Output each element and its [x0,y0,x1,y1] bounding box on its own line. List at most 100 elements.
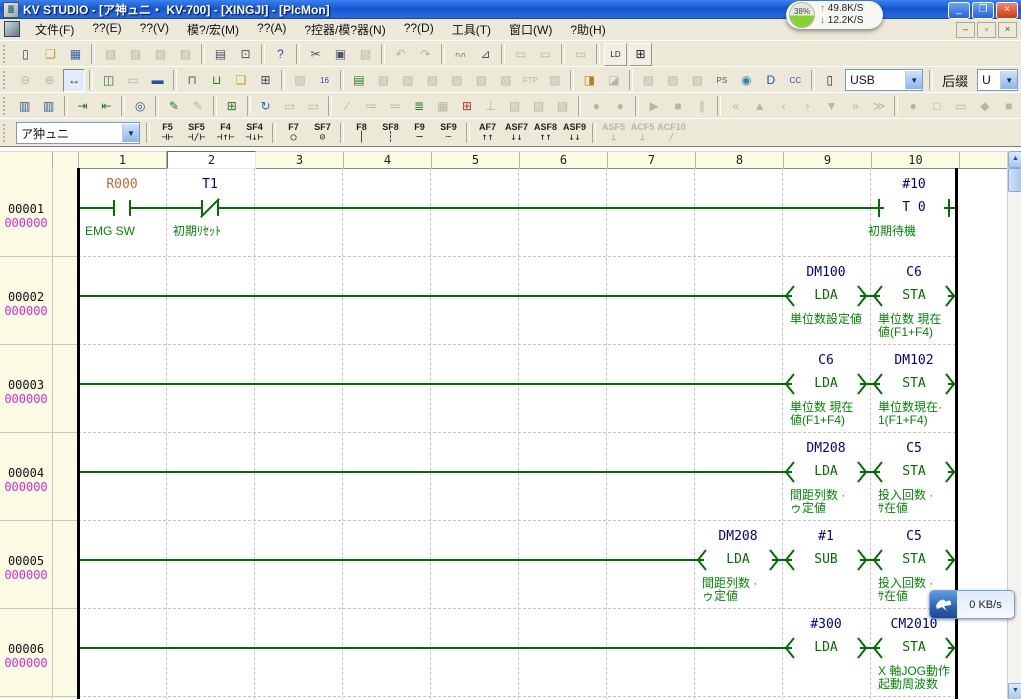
transfer-1-icon[interactable]: ▨ [372,69,395,92]
fnkey-sf4[interactable]: SF4⊣↓⊢ [241,121,268,145]
compare-icon[interactable]: ▨ [174,43,197,66]
transfer-6-icon[interactable]: ▨ [495,69,518,92]
restore-button[interactable]: ❐ [972,2,994,19]
print-icon[interactable]: ▤ [209,43,232,66]
save-icon[interactable]: ▦ [64,43,87,66]
menu-item-5[interactable]: ?控器/模?器(N) [295,19,394,40]
address-book-icon[interactable]: ❏ [230,69,253,92]
plc-rack-icon[interactable]: ▤ [348,69,371,92]
rung-gutter-row[interactable]: 00005000000 [0,520,77,609]
mdi-close-button[interactable]: × [998,22,1017,38]
device-combo[interactable]: ア狆ュニ ▼ [16,122,140,144]
close-button[interactable]: × [996,2,1018,19]
d-link-icon[interactable]: D [760,69,783,92]
drop-icon[interactable]: ◆ [974,95,996,118]
thunder-speed-widget[interactable]: 0 KB/s [929,590,1015,619]
minimize-button[interactable]: _ [948,2,970,19]
page-1-icon[interactable]: ▨ [504,95,526,118]
fnkey-sf7[interactable]: SF7⊘ [309,121,336,145]
column-header-10[interactable]: 10 [872,151,960,169]
rung-gutter-row[interactable]: 00001000000 [0,168,77,257]
thunder-bird-icon[interactable] [930,591,957,618]
column-header-2[interactable]: 2 [167,151,256,169]
transfer-7-icon[interactable]: ▨ [544,69,567,92]
mdi-restore-button[interactable]: ▫ [977,22,996,38]
register-grid-icon[interactable]: ⊞ [254,69,277,92]
fnkey-f4[interactable]: F4⊣↑⊢ [212,121,239,145]
printer-ps-icon[interactable]: PS [711,69,734,92]
chevron-down-icon[interactable]: ▼ [905,71,922,89]
step-up-icon[interactable]: ▲ [749,95,771,118]
stop-icon[interactable]: ■ [667,95,689,118]
transfer-4-icon[interactable]: ▨ [446,69,469,92]
tool-b-icon[interactable]: ◪ [603,69,626,92]
scroll-thumb[interactable] [1008,168,1021,192]
load-to-plc-icon[interactable]: ⇥ [72,95,94,118]
grid-2-icon[interactable]: ⊞ [456,95,478,118]
list-1-icon[interactable]: ≔ [360,95,382,118]
ftp-icon[interactable]: FTP [519,69,542,92]
contact-no[interactable] [115,199,129,217]
refresh-icon[interactable]: ↻ [255,95,277,118]
open-folder-icon[interactable]: ❏ [39,43,62,66]
fnkey-sf5[interactable]: SF5⊣/⊢ [183,121,210,145]
undo-icon[interactable]: ↶ [389,43,412,66]
block-icon[interactable]: ■ [998,95,1020,118]
monitor-a-icon[interactable]: ▭ [279,95,301,118]
step-down-icon[interactable]: ▼ [820,95,842,118]
fast-forward-icon[interactable]: » [844,95,866,118]
toolbar-grip[interactable] [3,124,9,142]
toolbar-grip[interactable] [3,45,9,63]
new-icon[interactable]: ▯ [14,43,37,66]
zoom-out-icon[interactable]: ⊖ [14,69,37,92]
tower-icon[interactable]: ⊥ [480,95,502,118]
cdrom-icon[interactable]: ◉ [735,69,758,92]
column-header-3[interactable]: 3 [256,151,344,169]
menu-item-0[interactable]: 文件(F) [26,19,83,40]
select-a-icon[interactable]: ▭ [509,43,532,66]
chevron-down-icon[interactable]: ▼ [122,124,139,142]
redo-icon[interactable]: ↷ [414,43,437,66]
fnkey-asf8[interactable]: ASF8↑↑ [532,121,559,145]
print-preview-icon[interactable]: ⊡ [234,43,257,66]
device-1-icon[interactable]: ▨ [637,69,660,92]
menu-item-4[interactable]: ??(A) [248,19,295,40]
rung-gutter-row[interactable]: 00003000000 [0,344,77,433]
fnkey-f7[interactable]: F7○ [280,121,307,145]
menu-item-1[interactable]: ??(E) [83,19,130,40]
copy-icon[interactable]: ▣ [329,43,352,66]
output-box[interactable]: T 0 [884,199,944,216]
device-3-icon[interactable]: ▨ [686,69,709,92]
watch-icon[interactable]: ▨ [289,69,312,92]
network-speed-widget[interactable]: 38% ↑ 49.8K/S ↓ 12.2K/S [786,1,883,29]
transfer-2-icon[interactable]: ▨ [397,69,420,92]
verify-icon[interactable]: ◎ [129,95,151,118]
chevron-down-icon[interactable]: ▼ [1000,71,1017,89]
editor-mode-icon[interactable]: ✎ [163,95,185,118]
toolbar-grip[interactable] [3,97,9,115]
monitor-b-icon[interactable]: ▭ [302,95,324,118]
page-2-icon[interactable]: ▨ [528,95,550,118]
cut-icon[interactable]: ✂ [304,43,327,66]
save-all-icon[interactable]: ▨ [99,43,122,66]
menu-item-3[interactable]: 模?/宏(M) [178,19,248,40]
device-2-icon[interactable]: ▨ [662,69,685,92]
fnkey-f8[interactable]: F8│ [348,121,375,145]
menu-item-2[interactable]: ??(V) [131,19,178,40]
menu-item-8[interactable]: 窗口(W) [500,19,561,40]
workspace-icon[interactable]: ▭ [122,69,145,92]
comm-setup-icon[interactable]: ▯ [819,69,842,92]
rewind-icon[interactable]: « [725,95,747,118]
fnkey-f9[interactable]: F9─ [406,121,433,145]
menu-item-6[interactable]: ??(D) [395,19,443,40]
fnkey-asf5[interactable]: ASF5⊥ [600,121,627,145]
pc-keyboard-icon[interactable]: ▥ [14,95,36,118]
marker-icon[interactable]: ∕ [336,95,358,118]
column-header-9[interactable]: 9 [784,151,872,169]
column-header-8[interactable]: 8 [696,151,784,169]
split-bottom-icon[interactable]: ⊔ [205,69,228,92]
step-back-icon[interactable]: ‹ [773,95,795,118]
play-icon[interactable]: ▶ [643,95,665,118]
ladder-monitor-icon[interactable]: ⊞ [629,43,652,66]
monitor-grid-icon[interactable]: ⊞ [221,95,243,118]
